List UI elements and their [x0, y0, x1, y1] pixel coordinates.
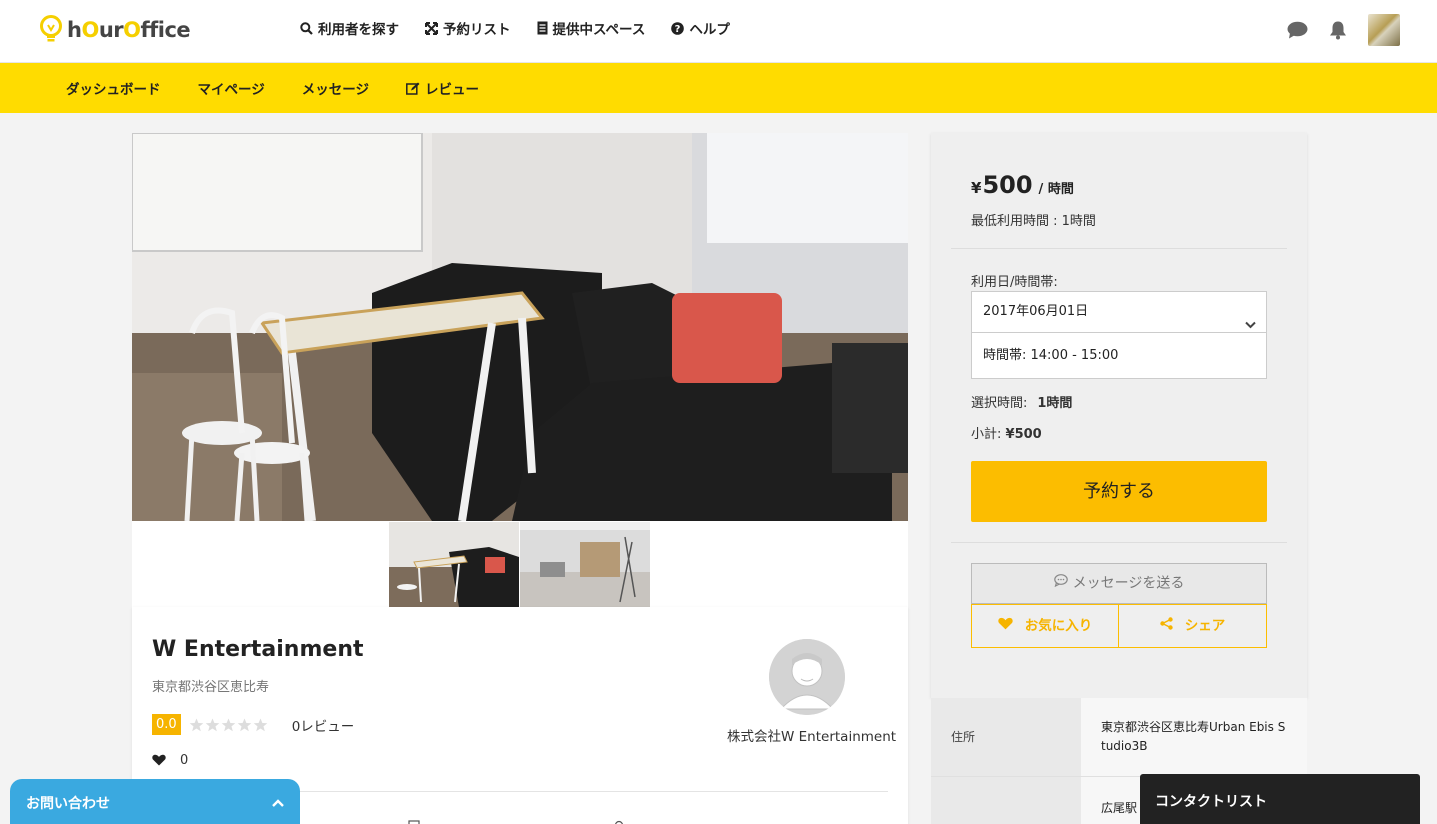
user-avatar[interactable] — [1368, 14, 1400, 46]
nav-find-users[interactable]: 利用者を探す — [300, 18, 399, 38]
subnav-mypage[interactable]: マイページ — [198, 78, 265, 98]
share-icon — [1160, 605, 1173, 647]
logo[interactable]: hOurOffice — [40, 14, 191, 46]
nav-help[interactable]: ? ヘルプ — [671, 18, 730, 38]
favorites-row: 0 — [152, 751, 188, 770]
thumbnail-2[interactable] — [520, 522, 650, 607]
star-icon — [221, 718, 235, 731]
share-button[interactable]: シェア — [1119, 604, 1267, 648]
contact-widget[interactable]: お問い合わせ — [10, 779, 300, 824]
price-unit: / 時間 — [1038, 182, 1074, 197]
favorite-label: お気に入り — [1024, 618, 1093, 634]
reviews-count[interactable]: 0レビュー — [292, 715, 355, 735]
time-slot-field[interactable]: 時間帯: 14:00 - 15:00 — [971, 333, 1267, 379]
edit-icon — [406, 82, 420, 95]
space-title: W Entertainment — [152, 637, 364, 662]
booking-panel: ¥ 500 / 時間 最低利用時間 : 1時間 利用日/時間帯: 2017年06… — [931, 133, 1307, 698]
search-icon — [300, 21, 313, 35]
date-label: 利用日/時間帯: — [971, 275, 1058, 290]
rating-row: 0.0 0レビュー — [152, 714, 354, 735]
subnav-label: メッセージ — [301, 82, 369, 98]
divider — [951, 248, 1287, 249]
svg-text:?: ? — [675, 24, 681, 35]
price: ¥ 500 / 時間 — [971, 171, 1074, 199]
selected-time-value: 1時間 — [1037, 396, 1073, 411]
contact-list-widget[interactable]: コンタクトリスト — [1140, 774, 1420, 824]
star-icon — [205, 718, 219, 731]
reserve-button[interactable]: 予約する — [971, 461, 1267, 522]
chevron-up-icon — [272, 795, 284, 811]
chat-icon[interactable] — [1287, 21, 1308, 39]
thumbnail-1[interactable] — [389, 522, 519, 607]
logo-text: hOurOffice — [67, 18, 191, 42]
space-address: 東京都渋谷区恵比寿 — [152, 680, 270, 695]
send-message-label: メッセージを送る — [1072, 575, 1185, 592]
divider — [951, 542, 1287, 543]
share-label: シェア — [1184, 618, 1226, 634]
lightbulb-icon — [40, 15, 62, 45]
subtotal-label: 小計: — [971, 427, 1002, 442]
nav-label: 予約リスト — [443, 22, 511, 38]
document-icon — [537, 21, 548, 35]
subnav-label: ダッシュボード — [66, 82, 161, 98]
subtotal: 小計: ¥500 — [971, 423, 1042, 442]
date-value: 2017年06月01日 — [983, 304, 1089, 319]
minimum-time: 最低利用時間 : 1時間 — [971, 214, 1096, 229]
send-message-button[interactable]: メッセージを送る — [971, 563, 1267, 604]
thumbnail-strip — [132, 521, 908, 607]
star-icon — [189, 718, 203, 731]
nav-offered-spaces[interactable]: 提供中スペース — [537, 18, 646, 38]
owner-block: 株式会社W Entertainment — [727, 639, 896, 745]
nav-reservation-list[interactable]: 予約リスト — [425, 18, 511, 38]
heart-icon — [152, 751, 166, 770]
favorite-button[interactable]: お気に入り — [971, 604, 1119, 648]
room-photo — [132, 133, 908, 521]
date-select[interactable]: 2017年06月01日 — [971, 291, 1267, 333]
subnav-label: マイページ — [197, 82, 265, 98]
nav-label: 提供中スペース — [552, 22, 646, 38]
subtotal-value: ¥500 — [1005, 427, 1042, 442]
table-row: 住所 東京都渋谷区恵比寿Urban Ebis Studio3B — [931, 698, 1307, 776]
sub-nav: ダッシュボード マイページ メッセージ レビュー — [0, 63, 1437, 113]
price-currency: ¥ — [971, 179, 982, 197]
owner-name[interactable]: 株式会社W Entertainment — [727, 725, 896, 745]
nav-label: ヘルプ — [689, 22, 730, 38]
favorites-count: 0 — [180, 753, 189, 768]
star-icon — [237, 718, 251, 731]
subnav-dashboard[interactable]: ダッシュボード — [66, 78, 161, 98]
contact-label: お問い合わせ — [26, 796, 110, 812]
expand-icon — [425, 21, 438, 35]
star-rating — [189, 718, 268, 732]
details-value: 東京都渋谷区恵比寿Urban Ebis Studio3B — [1081, 698, 1307, 776]
subnav-label: レビュー — [424, 82, 479, 98]
top-nav: 利用者を探す 予約リスト 提供中スペース ? ヘルプ — [300, 18, 756, 38]
details-label — [931, 777, 1081, 824]
top-header: hOurOffice 利用者を探す 予約リスト 提供中スペース ? ヘルプ — [0, 0, 1437, 63]
bell-icon[interactable] — [1329, 20, 1347, 40]
rating-badge: 0.0 — [152, 714, 181, 735]
header-actions — [1287, 14, 1400, 46]
nav-label: 利用者を探す — [318, 22, 399, 38]
subnav-reviews[interactable]: レビュー — [406, 78, 479, 98]
details-label: 住所 — [931, 698, 1081, 776]
person-icon — [769, 639, 845, 715]
subnav-messages[interactable]: メッセージ — [302, 78, 369, 98]
selected-time: 選択時間: 1時間 — [971, 392, 1072, 411]
selected-time-label: 選択時間: — [971, 396, 1028, 411]
pin-icon — [614, 815, 624, 824]
main-photo[interactable] — [132, 133, 908, 521]
checkbox-icon — [408, 815, 420, 824]
price-amount: 500 — [982, 171, 1033, 199]
question-circle-icon: ? — [671, 21, 685, 35]
owner-avatar[interactable] — [769, 639, 845, 715]
comment-icon — [1053, 564, 1068, 603]
heart-icon — [998, 605, 1013, 647]
star-icon — [253, 718, 267, 731]
